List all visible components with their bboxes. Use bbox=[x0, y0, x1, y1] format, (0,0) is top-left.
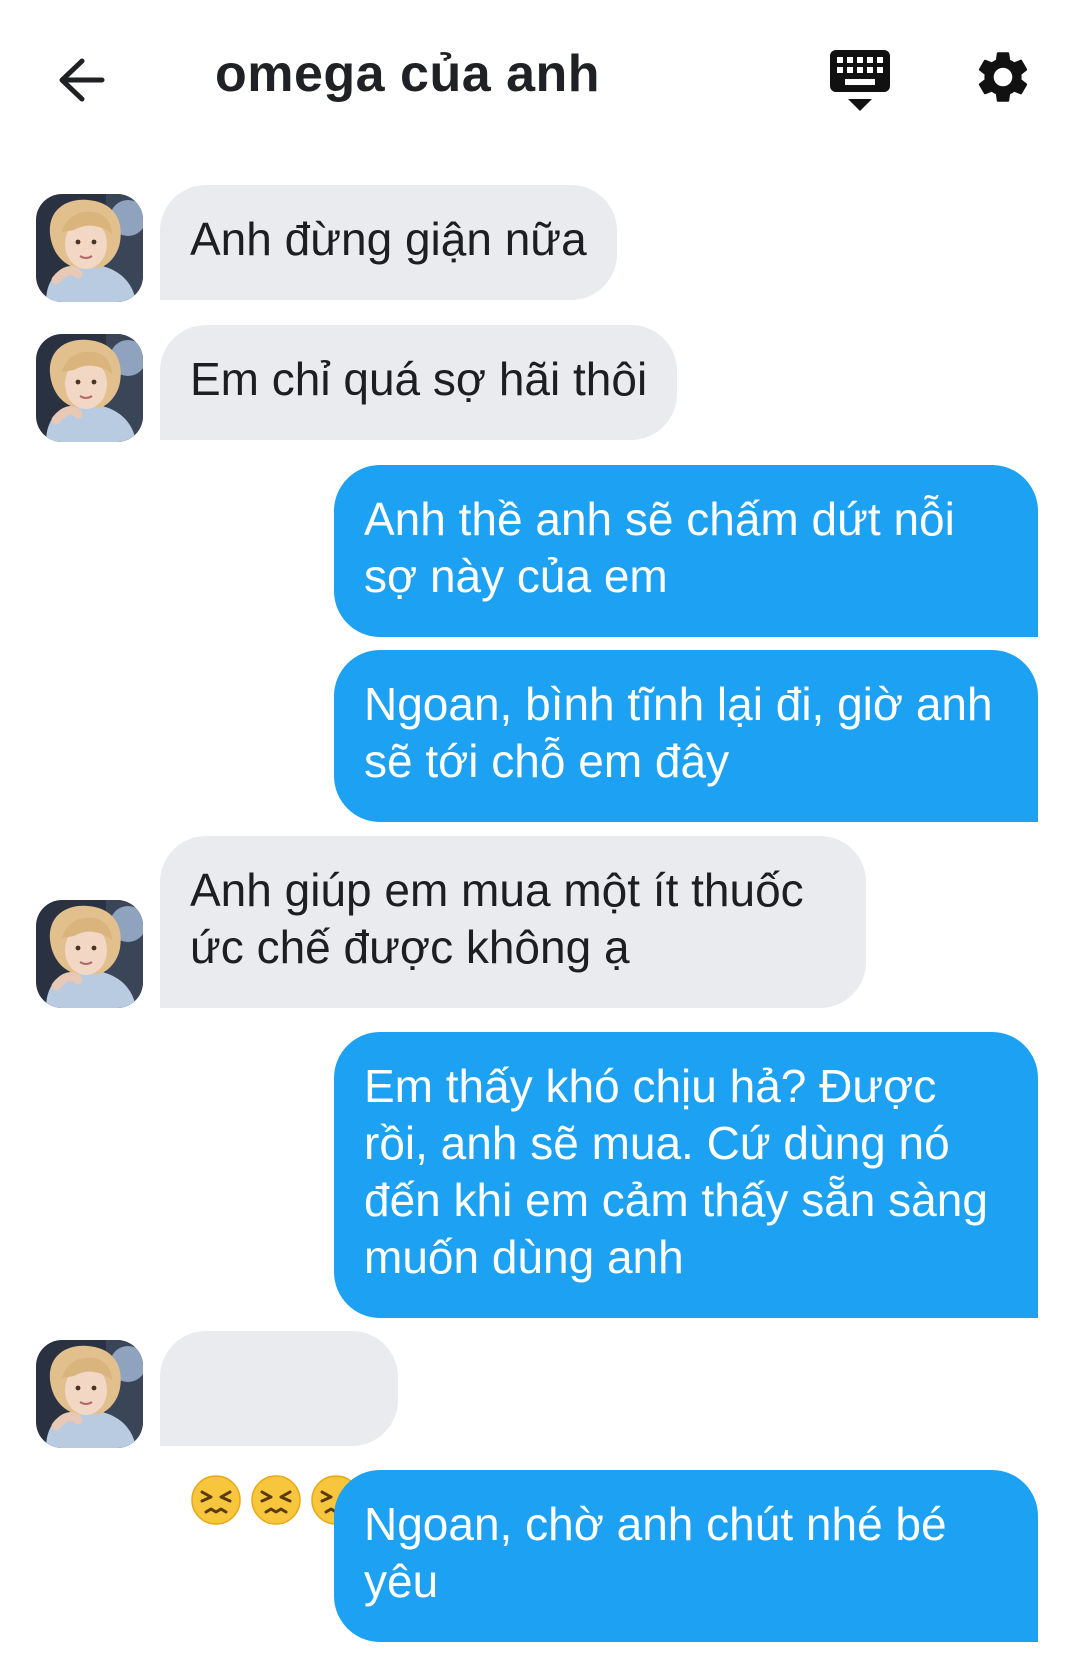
avatar[interactable] bbox=[36, 194, 143, 302]
message-bubble-incoming[interactable]: Em chỉ quá sợ hãi thôi bbox=[160, 325, 678, 440]
gear-icon bbox=[978, 52, 1028, 102]
keyboard-button[interactable] bbox=[828, 48, 892, 114]
chat-header: omega của anh bbox=[0, 0, 1080, 160]
message-bubble-outgoing[interactable]: Em thấy khó chịu hả? Được rồi, anh sẽ mu… bbox=[334, 1032, 1038, 1318]
avatar[interactable] bbox=[36, 1340, 143, 1448]
message-bubble-incoming[interactable]: Anh giúp em mua một ít thuốc ức chế được… bbox=[160, 836, 866, 1008]
avatar[interactable] bbox=[36, 334, 143, 442]
back-button[interactable] bbox=[52, 50, 112, 110]
persevering-face-icon bbox=[250, 1474, 302, 1526]
settings-button[interactable] bbox=[972, 46, 1034, 108]
emoji-text: 😣😣😣 bbox=[190, 1414, 191, 1415]
keyboard-hide-icon bbox=[830, 50, 890, 111]
avatar[interactable] bbox=[36, 900, 143, 1008]
message-bubble-outgoing[interactable]: Ngoan, chờ anh chút nhé bé yêu bbox=[334, 1470, 1038, 1642]
persevering-face-icon bbox=[190, 1474, 242, 1526]
message-bubble-incoming[interactable]: Anh đừng giận nữa bbox=[160, 185, 617, 300]
page-title: omega của anh bbox=[215, 45, 601, 103]
arrow-left-icon bbox=[59, 58, 105, 102]
message-bubble-outgoing[interactable]: Anh thề anh sẽ chấm dứt nỗi sợ này của e… bbox=[334, 465, 1038, 637]
message-bubble-incoming[interactable]: 😣😣😣 bbox=[160, 1331, 398, 1446]
message-bubble-outgoing[interactable]: Ngoan, bình tĩnh lại đi, giờ anh sẽ tới … bbox=[334, 650, 1038, 822]
